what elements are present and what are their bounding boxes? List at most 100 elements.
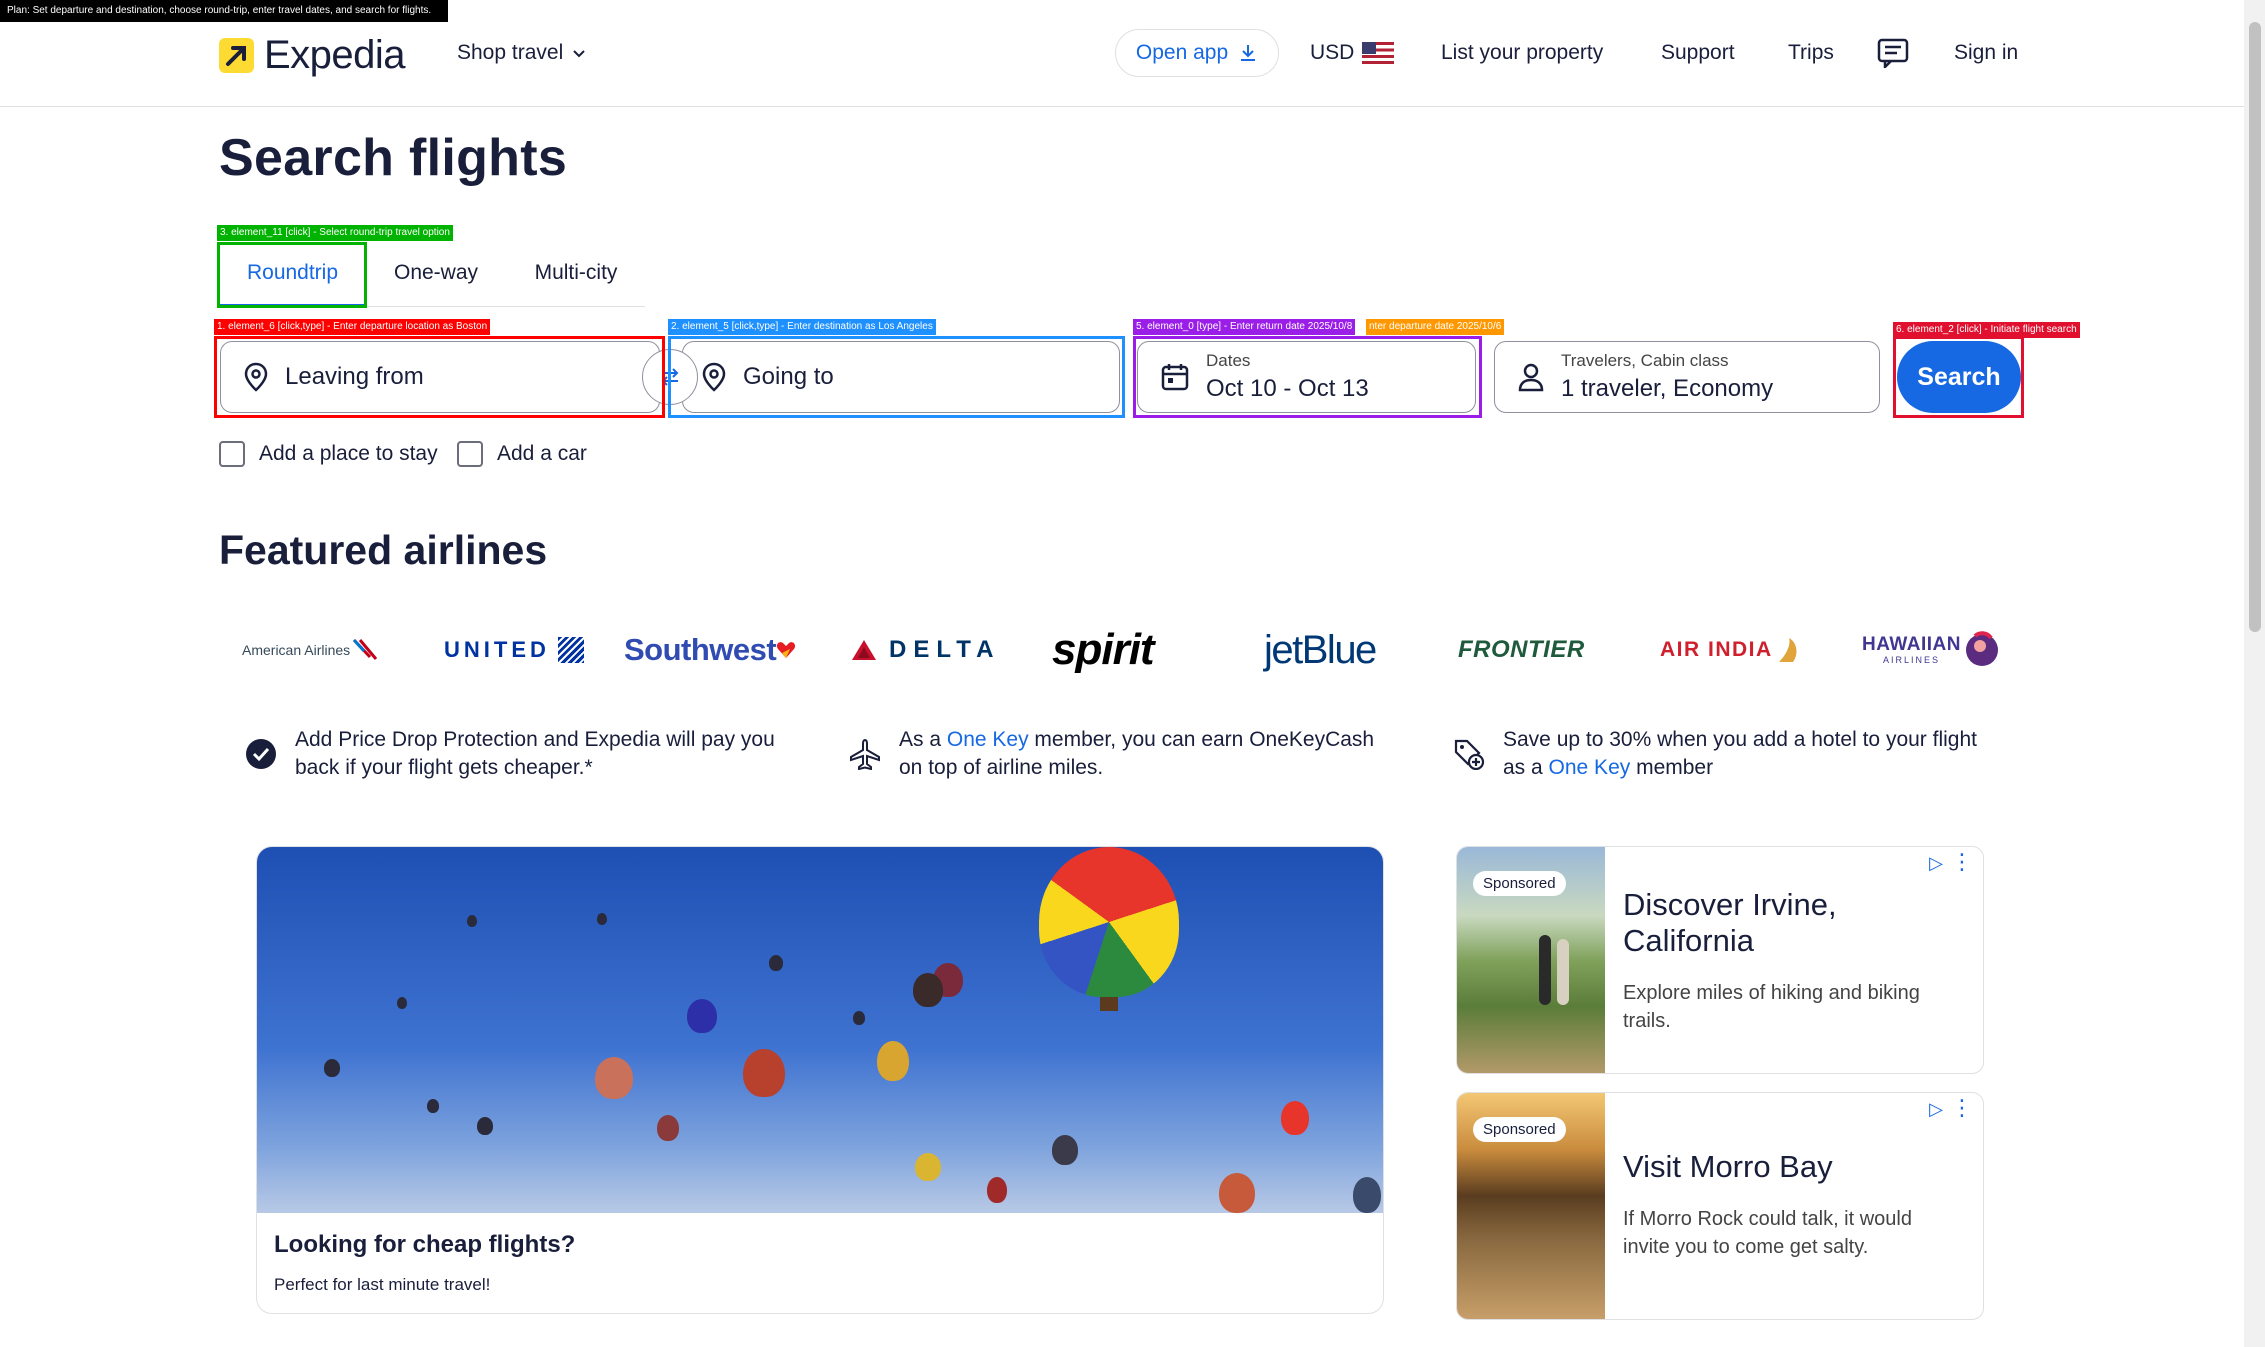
balloon xyxy=(687,999,717,1033)
travelers-label: Travelers, Cabin class xyxy=(1561,351,1729,370)
airline-american[interactable]: American Airlines xyxy=(242,620,378,680)
cheap-flights-card[interactable]: Looking for cheap flights? Perfect for l… xyxy=(256,846,1384,1314)
support-label: Support xyxy=(1661,41,1735,64)
scrollbar-thumb[interactable] xyxy=(2249,22,2261,632)
air-india-label: AIR INDIA xyxy=(1660,638,1773,661)
more-options-icon[interactable]: ⋮ xyxy=(1951,1095,1973,1121)
list-property-label: List your property xyxy=(1441,41,1604,64)
southwest-label: Southwest xyxy=(624,632,777,667)
balloon xyxy=(743,1049,785,1097)
travelers-field[interactable]: Travelers, Cabin class 1 traveler, Econo… xyxy=(1494,341,1880,413)
trips-link[interactable]: Trips xyxy=(1788,37,1834,69)
sign-in-link[interactable]: Sign in xyxy=(1954,37,2018,69)
dates-field[interactable]: Dates Oct 10 - Oct 13 xyxy=(1137,341,1476,413)
american-eagle-icon xyxy=(353,638,378,660)
united-label: UNITED xyxy=(444,637,550,662)
airline-frontier[interactable]: FRONTIER xyxy=(1458,620,1585,680)
airline-delta[interactable]: DELTA xyxy=(851,620,1000,680)
ad-title-line1: Visit Morro Bay xyxy=(1623,1149,1833,1184)
ad-title-line1: Discover Irvine, xyxy=(1623,887,1837,922)
airplane-icon xyxy=(850,738,880,770)
one-key-link[interactable]: One Key xyxy=(947,728,1029,751)
ad-title-line2: California xyxy=(1623,923,1754,958)
trips-label: Trips xyxy=(1788,41,1834,64)
swap-arrows-icon xyxy=(661,368,679,386)
airline-southwest[interactable]: Southwest xyxy=(624,620,796,680)
airline-air-india[interactable]: AIR INDIA xyxy=(1660,620,1801,680)
download-icon xyxy=(1241,45,1256,61)
adchoices-icon[interactable]: ▷ xyxy=(1929,853,1943,874)
balloon xyxy=(1353,1177,1381,1213)
search-button[interactable]: Search xyxy=(1897,341,2021,413)
balloon xyxy=(657,1115,679,1141)
balloon xyxy=(477,1117,493,1135)
cheap-flights-title: Looking for cheap flights? xyxy=(274,1231,576,1258)
benefit-price-drop: Add Price Drop Protection and Expedia wi… xyxy=(245,726,805,782)
add-car-checkbox-row[interactable]: Add a car xyxy=(457,441,587,467)
add-car-checkbox[interactable] xyxy=(457,441,483,467)
benefit-one-key-cash: As a One Key member, you can earn OneKey… xyxy=(849,726,1389,782)
logo-arrow-icon xyxy=(219,37,254,73)
balloon xyxy=(467,915,477,927)
currency-label: USD xyxy=(1310,41,1355,64)
airline-united[interactable]: UNITED xyxy=(444,620,584,680)
swap-locations-button[interactable] xyxy=(642,349,698,405)
currency-selector[interactable]: USD xyxy=(1310,37,1395,69)
list-property-link[interactable]: List your property xyxy=(1441,37,1603,69)
balloon xyxy=(913,973,943,1007)
overlay-label-roundtrip: 3. element_11 [click] - Select round-tri… xyxy=(217,225,453,241)
overlay-label-going: 2. element_5 [click,type] - Enter destin… xyxy=(668,319,936,335)
overlay-label-leaving: 1. element_6 [click,type] - Enter depart… xyxy=(214,319,491,335)
messages-icon[interactable] xyxy=(1877,38,1909,73)
jetblue-label: jetBlue xyxy=(1264,627,1377,672)
balloon xyxy=(595,1057,633,1099)
southwest-heart-icon xyxy=(777,642,796,658)
balloon xyxy=(1281,1101,1309,1135)
tab-one-way[interactable]: One-way xyxy=(366,245,506,307)
overlay-label-dates-return: 5. element_0 [type] - Enter return date … xyxy=(1133,319,1356,335)
airline-spirit[interactable]: spirit xyxy=(1052,620,1155,680)
expedia-logo[interactable]: Expedia xyxy=(219,30,406,80)
ad-card-morro-bay[interactable]: Sponsored Visit Morro Bay If Morro Rock … xyxy=(1456,1092,1984,1320)
open-app-button[interactable]: Open app xyxy=(1115,29,1279,77)
hiker-figure xyxy=(1557,939,1569,1005)
tab-roundtrip[interactable]: Roundtrip xyxy=(219,245,366,307)
sponsored-badge: Sponsored xyxy=(1473,871,1566,896)
going-to-field[interactable]: Going to xyxy=(682,341,1120,413)
large-balloon xyxy=(1039,847,1179,997)
delta-label: DELTA xyxy=(889,636,1001,663)
benefit-price-drop-text: Add Price Drop Protection and Expedia wi… xyxy=(295,728,775,779)
add-stay-checkbox[interactable] xyxy=(219,441,245,467)
leaving-from-field[interactable]: Leaving from xyxy=(220,341,660,413)
balloon xyxy=(597,913,607,925)
open-app-label: Open app xyxy=(1135,41,1229,64)
benefit-hotel-bundle-text: Save up to 30% when you add a hotel to y… xyxy=(1503,726,1993,782)
ad-card-irvine[interactable]: Sponsored Discover Irvine, California Ex… xyxy=(1456,846,1984,1074)
benefit-one-key-cash-text: As a One Key member, you can earn OneKey… xyxy=(899,726,1389,782)
balloon xyxy=(915,1153,941,1181)
balloon xyxy=(324,1059,340,1077)
benefit-hotel-bundle: Save up to 30% when you add a hotel to y… xyxy=(1453,726,1993,782)
adchoices-icon[interactable]: ▷ xyxy=(1929,1099,1943,1120)
balloon xyxy=(853,1011,865,1025)
tab-multi-city[interactable]: Multi-city xyxy=(506,245,646,307)
airline-hawaiian[interactable]: HAWAIIAN AIRLINES xyxy=(1862,620,1999,680)
support-link[interactable]: Support xyxy=(1661,37,1735,69)
balloon xyxy=(1052,1135,1078,1165)
shop-travel-menu[interactable]: Shop travel xyxy=(457,37,587,69)
overlay-label-search: 6. element_2 [click] - Initiate flight s… xyxy=(1893,322,2080,338)
benefit-3-suffix: member xyxy=(1630,756,1714,779)
plan-caption: Plan: Set departure and destination, cho… xyxy=(0,0,448,22)
shop-travel-label: Shop travel xyxy=(457,41,564,64)
add-stay-checkbox-row[interactable]: Add a place to stay xyxy=(219,441,438,467)
more-options-icon[interactable]: ⋮ xyxy=(1951,849,1973,875)
airline-jetblue[interactable]: jetBlue xyxy=(1264,620,1377,680)
ad-description: Explore miles of hiking and biking trail… xyxy=(1623,982,1920,1032)
frontier-label: FRONTIER xyxy=(1458,636,1585,663)
hawaiian-airlines-sublabel: AIRLINES xyxy=(1882,655,1940,665)
one-key-link[interactable]: One Key xyxy=(1549,756,1631,779)
ad-description: If Morro Rock could talk, it would invit… xyxy=(1623,1208,1912,1258)
hiker-figure xyxy=(1539,935,1551,1005)
sponsored-badge: Sponsored xyxy=(1473,1117,1566,1142)
checkmark-circle-icon xyxy=(246,739,276,769)
